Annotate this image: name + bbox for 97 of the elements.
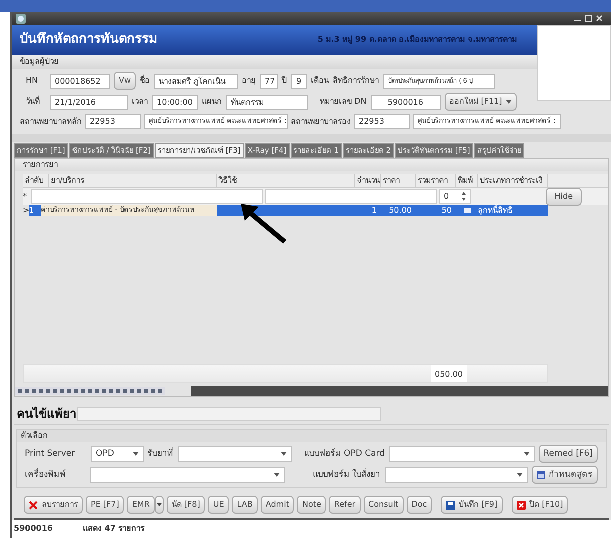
group-title: ตัวเลือก xyxy=(21,430,48,442)
action-button[interactable]: Admit xyxy=(260,496,294,514)
action-button[interactable]: Consult xyxy=(364,496,404,514)
text-field[interactable]: ทันตกรรม xyxy=(226,94,308,110)
text-field[interactable]: 10:00:00 xyxy=(152,94,198,110)
field-label: วันที่ xyxy=(26,96,41,108)
column-header[interactable]: วิธีใช้ xyxy=(217,174,355,187)
remed-button[interactable]: Remed [F6] xyxy=(538,445,598,463)
action-button[interactable]: Refer xyxy=(329,496,361,514)
field-label: หมายเลข DN xyxy=(320,96,367,108)
status-count: แสดง 47 รายการ xyxy=(82,523,145,535)
dropdown[interactable] xyxy=(389,446,535,462)
new-row-marker: * xyxy=(23,190,28,202)
field-label: Print Server xyxy=(25,448,76,460)
allergy-field[interactable] xyxy=(77,406,381,420)
close-icon xyxy=(516,500,526,510)
action-button[interactable]: EMR xyxy=(127,496,155,514)
action-button[interactable]: LAB xyxy=(232,496,258,514)
group-title: รายการยา xyxy=(23,159,58,171)
caret-icon xyxy=(274,473,280,477)
field-label: เวลา xyxy=(132,96,148,108)
window-title: บันทึกหัตถการทันตกรรม xyxy=(20,31,158,50)
sum-cell: 050.00 xyxy=(431,365,467,382)
dropdown-button[interactable] xyxy=(154,496,164,514)
action-button[interactable]: Note xyxy=(297,496,326,514)
action-button[interactable]: UE xyxy=(208,496,230,514)
text-field[interactable]: 22953 xyxy=(85,114,141,129)
action-button[interactable]: ปิด [F10] xyxy=(512,496,568,514)
pointer-arrow xyxy=(241,204,287,244)
action-button[interactable]: Doc xyxy=(406,496,432,514)
dropdown[interactable] xyxy=(90,467,285,483)
text-field[interactable]: 9 xyxy=(291,74,308,88)
view-button[interactable]: Vw xyxy=(114,72,136,90)
field-label: รับยาที่ xyxy=(148,448,174,460)
field-label: แผนก xyxy=(202,96,222,108)
column-header[interactable]: รวมราคา xyxy=(416,174,456,187)
caret-icon xyxy=(132,452,139,456)
hide-button[interactable]: Hide xyxy=(546,188,582,206)
item-input[interactable] xyxy=(31,189,263,204)
field-label: เดือน xyxy=(311,75,330,87)
text-field[interactable]: 000018652 xyxy=(50,74,110,88)
field-label: สถานพยาบาลรอง xyxy=(291,116,351,128)
dropdown[interactable] xyxy=(384,467,528,483)
column-header[interactable]: ราคา xyxy=(381,174,416,187)
field-label: อายุ xyxy=(242,75,256,87)
column-header[interactable]: จำนวน xyxy=(355,174,381,187)
app-icon xyxy=(16,14,26,24)
caret-icon xyxy=(506,100,512,104)
dropdown[interactable]: OPD xyxy=(91,446,144,462)
address-text: 5 ม.3 หมู่ 99 ต.ตลาด อ.เมืองมหาสารคาม จ.มหาสารคาม xyxy=(318,34,517,46)
caret-icon xyxy=(517,473,524,477)
action-button[interactable]: นัด [F8] xyxy=(166,496,206,514)
text-field[interactable]: 21/1/2016 xyxy=(50,94,128,110)
field-label: ชื่อ xyxy=(140,75,150,87)
text-field[interactable]: นางสมศรี ภูโคกเนิน xyxy=(154,74,238,88)
close-icon[interactable] xyxy=(596,15,603,22)
action-button[interactable]: ลบรายการ xyxy=(24,496,83,514)
text-field[interactable]: 5900016 xyxy=(370,94,441,110)
caret-icon xyxy=(524,452,530,456)
print-icon xyxy=(464,208,470,213)
allergy-label: คนไข้แพ้ยา xyxy=(17,406,77,422)
scrollbar[interactable] xyxy=(191,386,608,396)
field-label: แบบฟอร์ม OPD Card xyxy=(304,448,385,460)
formula-button[interactable]: กำหนดสูตร xyxy=(532,466,598,484)
quantity-spinner[interactable]: 0 xyxy=(439,189,471,204)
caret-icon xyxy=(281,452,288,456)
table-cell-text: 50 xyxy=(440,205,453,216)
table-cell-text: 1 xyxy=(370,205,378,216)
section-title: ข้อมูลผู้ป่วย xyxy=(20,56,59,68)
column-header[interactable]: พิมพ์ xyxy=(456,174,478,187)
spinner-icon xyxy=(462,192,466,201)
table-cell-text: 50.00 xyxy=(388,205,413,216)
action-button[interactable]: PE [F7] xyxy=(86,496,124,514)
calendar-icon xyxy=(537,471,546,479)
table-cell-text: 1 xyxy=(29,205,36,216)
status-dn: 5900016 xyxy=(14,523,53,535)
text-field[interactable]: 22953 xyxy=(354,114,410,129)
maximize-icon[interactable] xyxy=(585,15,592,22)
field-label: สถานพยาบาลหลัก xyxy=(20,116,82,128)
table-cell-text: ลูกหนี้สิทธิ xyxy=(478,205,514,216)
column-header[interactable]: ประเภทการชำระเงิ xyxy=(478,174,548,187)
field-label: สิทธิการรักษา xyxy=(333,75,380,87)
field-label: แบบฟอร์ม ใบสั่งยา xyxy=(312,468,381,482)
usage-input[interactable] xyxy=(265,189,437,204)
caret-icon xyxy=(156,503,162,507)
field-label: ปี xyxy=(282,75,288,87)
text-field[interactable]: 77 xyxy=(260,74,278,88)
new-button[interactable]: ออกใหม่ [F11] xyxy=(444,93,518,111)
column-header[interactable]: ยา/บริการ xyxy=(49,174,217,187)
field-label: เครื่องพิมพ์ xyxy=(25,468,67,482)
delete-icon xyxy=(29,500,38,510)
field-label: HN xyxy=(26,75,39,87)
save-icon xyxy=(446,500,456,510)
row-marker: > xyxy=(23,205,29,216)
column-header[interactable]: ลำดับ xyxy=(23,174,49,187)
dropdown[interactable] xyxy=(178,446,292,462)
action-button[interactable]: บันทึก [F9] xyxy=(441,496,503,514)
